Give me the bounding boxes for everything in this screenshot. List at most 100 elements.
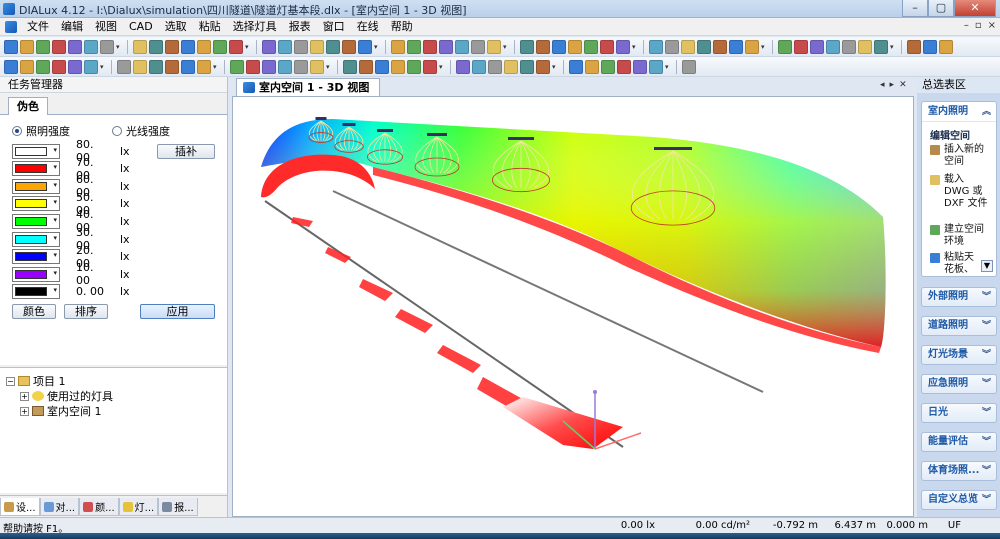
l-shape-icon[interactable] bbox=[262, 40, 276, 54]
grid-e-icon[interactable] bbox=[794, 40, 808, 54]
tab-colors[interactable]: 颜... bbox=[79, 498, 119, 516]
side-icon[interactable] bbox=[569, 60, 583, 74]
interpolate-button[interactable]: 插补 bbox=[157, 144, 215, 159]
box3d-b-icon[interactable] bbox=[552, 40, 566, 54]
box-b-icon[interactable] bbox=[343, 60, 357, 74]
cut-icon[interactable] bbox=[133, 40, 147, 54]
zoom-d-icon[interactable] bbox=[84, 60, 98, 74]
minimize-button[interactable]: – bbox=[902, 0, 928, 17]
color-picker-dropdown[interactable]: ▾ bbox=[12, 284, 60, 300]
tree-item-used-luminaires[interactable]: + 使用过的灯具 bbox=[20, 388, 113, 404]
toolbar-overflow-icon[interactable]: ▾ bbox=[245, 40, 251, 54]
window-icon[interactable] bbox=[294, 40, 308, 54]
dropdown-arrow-icon[interactable]: ▾ bbox=[53, 269, 57, 277]
sort-button[interactable]: 排序 bbox=[64, 304, 108, 319]
orbit-icon[interactable] bbox=[262, 60, 276, 74]
cam5-icon[interactable] bbox=[456, 60, 470, 74]
light-icon[interactable] bbox=[407, 40, 421, 54]
maximize-button[interactable]: ▢ bbox=[928, 0, 954, 17]
apply-button[interactable]: 应用 bbox=[140, 304, 215, 319]
star-icon[interactable] bbox=[907, 40, 921, 54]
document-icon[interactable] bbox=[5, 20, 17, 33]
door-icon[interactable] bbox=[310, 40, 324, 54]
split-icon[interactable] bbox=[939, 40, 953, 54]
lamp-red3-icon[interactable] bbox=[197, 60, 211, 74]
red-circle-icon[interactable] bbox=[681, 40, 695, 54]
open-icon[interactable] bbox=[36, 40, 50, 54]
toolbar-overflow-icon[interactable]: ▾ bbox=[761, 40, 767, 54]
menu-select-luminaire[interactable]: 选择灯具 bbox=[227, 18, 283, 36]
3d-viewport[interactable] bbox=[232, 96, 914, 517]
grid-a-icon[interactable] bbox=[713, 40, 727, 54]
dropdown-arrow-icon[interactable]: ▾ bbox=[53, 216, 57, 224]
color-picker-dropdown[interactable]: ▾ bbox=[12, 143, 60, 159]
camera-icon[interactable] bbox=[665, 40, 679, 54]
tool-icon[interactable] bbox=[455, 40, 469, 54]
chevron-down-icon[interactable]: ︾ bbox=[982, 346, 991, 364]
redo-icon[interactable] bbox=[197, 40, 211, 54]
menu-edit[interactable]: 编辑 bbox=[55, 18, 89, 36]
top-icon[interactable] bbox=[585, 60, 599, 74]
room-icon[interactable] bbox=[278, 40, 292, 54]
doc-icon[interactable] bbox=[842, 40, 856, 54]
light-b-icon[interactable] bbox=[616, 40, 630, 54]
indoor-lighting-header[interactable]: 室内照明 ︽ bbox=[922, 102, 996, 122]
arrow-right-icon[interactable] bbox=[20, 60, 34, 74]
menu-file[interactable]: 文件 bbox=[21, 18, 55, 36]
dropdown-arrow-icon[interactable]: ▾ bbox=[53, 286, 57, 294]
toolbar-overflow-icon[interactable]: ▾ bbox=[326, 60, 332, 74]
color-picker-dropdown[interactable]: ▾ bbox=[12, 196, 60, 212]
toolbar-overflow-icon[interactable]: ▾ bbox=[116, 40, 122, 54]
calc-icon[interactable] bbox=[439, 40, 453, 54]
grid-d-icon[interactable] bbox=[778, 40, 792, 54]
dropdown-arrow-icon[interactable]: ▾ bbox=[53, 146, 57, 154]
orange-circle-icon[interactable] bbox=[697, 40, 711, 54]
toolbar-overflow-icon[interactable]: ▾ bbox=[213, 60, 219, 74]
toolbar-overflow-icon[interactable]: ▾ bbox=[632, 40, 638, 54]
daylight-section[interactable]: 日光 ︾ bbox=[921, 403, 997, 423]
build-room-link[interactable]: 建立空间环境 bbox=[930, 224, 992, 248]
scroll-down-icon[interactable]: ▼ bbox=[981, 260, 993, 272]
pdf-icon[interactable] bbox=[100, 40, 114, 54]
menu-select[interactable]: 选取 bbox=[159, 18, 193, 36]
chevron-up-icon[interactable]: ︽ bbox=[982, 102, 991, 122]
cube-blue-icon[interactable] bbox=[229, 40, 243, 54]
delete-icon[interactable] bbox=[213, 40, 227, 54]
toolbar-overflow-icon[interactable]: ▾ bbox=[439, 60, 445, 74]
dropdown-arrow-icon[interactable]: ▾ bbox=[53, 251, 57, 259]
print-icon[interactable] bbox=[68, 40, 82, 54]
frame-icon[interactable] bbox=[488, 60, 502, 74]
cam6-icon[interactable] bbox=[472, 60, 486, 74]
cam4-icon[interactable] bbox=[423, 60, 437, 74]
rotate-a-icon[interactable] bbox=[133, 60, 147, 74]
color-picker-dropdown[interactable]: ▾ bbox=[12, 249, 60, 265]
toolbar-overflow-icon[interactable]: ▾ bbox=[503, 40, 509, 54]
circle-icon[interactable] bbox=[633, 60, 647, 74]
dropdown-arrow-icon[interactable]: ▾ bbox=[53, 181, 57, 189]
table-icon[interactable] bbox=[923, 40, 937, 54]
outdoor-lighting-section[interactable]: 外部照明 ︾ bbox=[921, 287, 997, 307]
energy-evaluation-section[interactable]: 能量评估 ︾ bbox=[921, 432, 997, 452]
wrench-icon[interactable] bbox=[471, 40, 485, 54]
box3d-icon[interactable] bbox=[536, 40, 550, 54]
tab-scroll-left-icon[interactable]: ◂ bbox=[880, 80, 885, 90]
grid-b-icon[interactable] bbox=[729, 40, 743, 54]
paste-ceiling-link[interactable]: 粘贴天花板、 bbox=[930, 252, 982, 276]
expand-icon[interactable]: + bbox=[20, 391, 29, 401]
radio-illuminance[interactable] bbox=[12, 126, 22, 136]
toolbar-overflow-icon[interactable]: ▾ bbox=[374, 40, 380, 54]
tab-settings[interactable]: 设... bbox=[0, 498, 40, 516]
radio-illuminance-row[interactable]: 照明强度 bbox=[12, 123, 70, 139]
box-a-icon[interactable] bbox=[310, 60, 324, 74]
load-dwg-link[interactable]: 载入 DWG 或 DXF 文件 bbox=[930, 174, 992, 210]
light-scenes-section[interactable]: 灯光场景 ︾ bbox=[921, 345, 997, 365]
dropdown-arrow-icon[interactable]: ▾ bbox=[53, 163, 57, 171]
radio-luminance[interactable] bbox=[112, 126, 122, 136]
grid-icon[interactable] bbox=[520, 40, 534, 54]
color-button[interactable]: 颜色 bbox=[12, 304, 56, 319]
no-icon[interactable] bbox=[358, 40, 372, 54]
pan-icon[interactable] bbox=[246, 60, 260, 74]
cam3-icon[interactable] bbox=[407, 60, 421, 74]
insert-room-link[interactable]: 插入新的空间 bbox=[930, 144, 992, 168]
globe-icon[interactable] bbox=[826, 40, 840, 54]
